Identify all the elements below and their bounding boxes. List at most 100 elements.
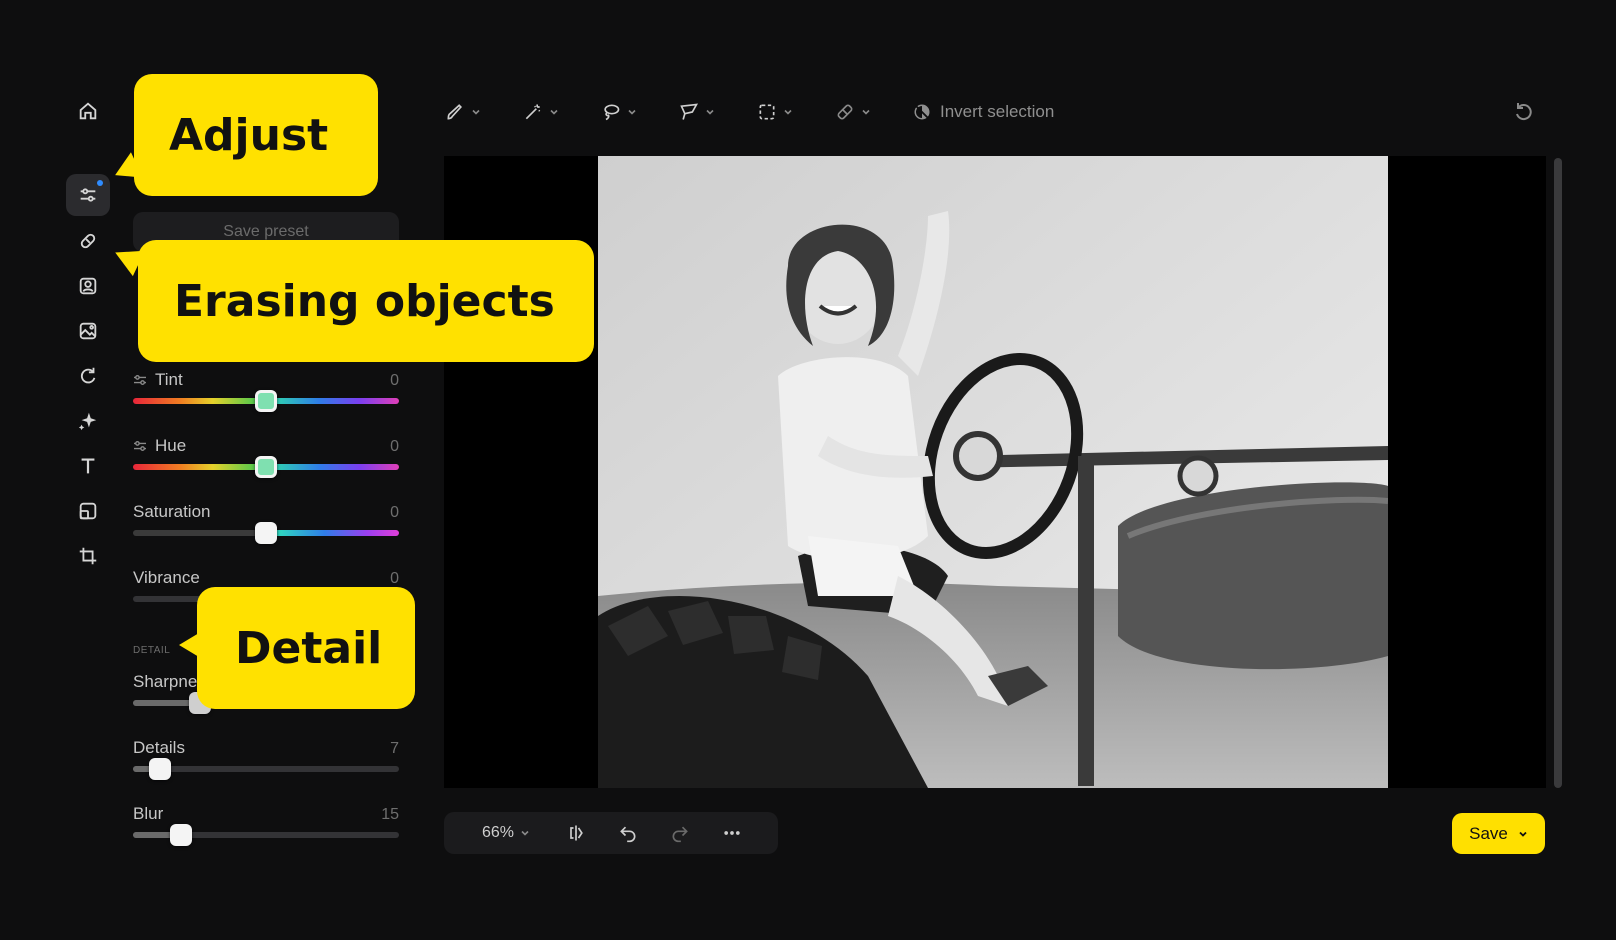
rotate-icon [80, 367, 96, 384]
erasing-callout-text: Erasing objects [174, 275, 555, 327]
erase-selection-tool[interactable] [835, 102, 871, 122]
polygon-lasso-icon [680, 103, 699, 120]
active-indicator [97, 180, 103, 186]
zoom-value: 66% [482, 824, 515, 841]
redo-icon [672, 826, 688, 843]
home-icon [79, 102, 97, 120]
blur-value: 15 [381, 806, 399, 823]
vibrance-label: Vibrance [133, 568, 200, 587]
rotate-button[interactable] [66, 355, 110, 397]
chevron-down-icon [472, 109, 480, 115]
hue-slider-row: Hue 0 [133, 436, 399, 486]
saturation-value: 0 [390, 504, 399, 521]
sliders-small-icon [134, 441, 146, 451]
tint-slider-row: Tint 0 [133, 370, 399, 420]
lasso-tool[interactable] [601, 102, 637, 122]
blur-slider-row: Blur 15 [133, 804, 399, 854]
details-value: 7 [390, 740, 399, 757]
chevron-down-icon [1519, 831, 1527, 837]
invert-selection-button[interactable]: Invert selection [913, 102, 1054, 122]
invert-selection-label: Invert selection [940, 102, 1055, 121]
chevron-down-icon [706, 109, 714, 115]
hue-track[interactable] [133, 456, 399, 478]
sparkle-icon [78, 412, 97, 431]
saturation-track[interactable] [133, 522, 399, 544]
brush-icon [447, 104, 462, 120]
reset-icon[interactable] [1512, 100, 1536, 124]
vibrance-value: 0 [390, 570, 399, 587]
invert-icon [914, 104, 930, 120]
layout-icon [79, 502, 97, 520]
blur-label: Blur [133, 804, 164, 823]
more-dots-icon [724, 831, 740, 835]
saturation-label: Saturation [133, 502, 211, 521]
photo-illustration [598, 156, 1388, 788]
detail-section-label: DETAIL [133, 645, 171, 656]
image-edit-icon [79, 322, 97, 340]
save-label: Save [1469, 823, 1508, 843]
details-knob[interactable] [148, 758, 171, 780]
details-label: Details [133, 738, 185, 757]
photo [598, 156, 1388, 788]
portrait-icon [79, 277, 97, 295]
canvas-scrollbar[interactable] [1554, 158, 1562, 788]
zoom-dropdown[interactable]: 66% [482, 824, 530, 842]
redo-button[interactable] [668, 821, 692, 845]
tint-knob[interactable] [255, 390, 277, 412]
saturation-knob[interactable] [255, 522, 277, 544]
bottom-toolbar: 66% [444, 812, 778, 854]
text-icon [81, 458, 95, 474]
rect-select-tool[interactable] [757, 102, 793, 122]
sharpness-label: Sharpne [133, 672, 198, 691]
adjust-callout: Adjust [109, 74, 378, 196]
compare-icon [570, 825, 583, 841]
adjust-callout-text: Adjust [169, 109, 329, 161]
detail-callout: Detail [179, 587, 415, 709]
details-track[interactable] [133, 758, 399, 780]
crop-icon [79, 547, 97, 565]
hue-knob[interactable] [255, 456, 277, 478]
tint-track[interactable] [133, 390, 399, 412]
details-slider-row: Details 7 [133, 738, 399, 788]
save-button[interactable]: Save [1452, 813, 1545, 854]
blur-track[interactable] [133, 824, 399, 846]
image-edit-button[interactable] [66, 310, 110, 352]
undo-icon [620, 826, 636, 843]
lasso-icon [604, 104, 620, 121]
erase-button[interactable] [66, 220, 110, 262]
home-button[interactable] [66, 90, 110, 132]
saturation-slider-row: Saturation 0 [133, 502, 399, 552]
chevron-down-icon [784, 109, 792, 115]
hue-label: Hue [155, 436, 187, 455]
adjust-sliders-icon [80, 188, 96, 202]
image-canvas[interactable] [444, 156, 1546, 788]
tint-value: 0 [390, 372, 399, 389]
detail-callout-text: Detail [235, 622, 383, 674]
hue-value: 0 [390, 438, 399, 455]
compare-button[interactable] [564, 821, 588, 845]
tint-label: Tint [155, 370, 183, 389]
more-button[interactable] [720, 821, 744, 845]
undo-button[interactable] [616, 821, 640, 845]
polygon-lasso-tool[interactable] [679, 102, 715, 122]
magic-wand-tool[interactable] [523, 102, 559, 122]
brush-tool[interactable] [445, 102, 481, 122]
effects-button[interactable] [66, 400, 110, 442]
portrait-button[interactable] [66, 265, 110, 307]
chevron-down-icon [550, 109, 558, 115]
selection-toolbar: Invert selection [445, 92, 1054, 132]
magic-wand-icon [525, 104, 541, 120]
crop-button[interactable] [66, 535, 110, 577]
eraser-icon [837, 104, 853, 120]
chevron-down-icon [521, 830, 529, 836]
blur-knob[interactable] [169, 824, 192, 846]
sliders-small-icon [134, 375, 146, 385]
erasing-objects-callout: Erasing objects [109, 239, 594, 362]
rect-select-icon [759, 104, 775, 120]
chevron-down-icon [628, 109, 636, 115]
text-button[interactable] [66, 445, 110, 487]
chevron-down-icon [862, 109, 870, 115]
layout-button[interactable] [66, 490, 110, 532]
adjust-button[interactable] [66, 174, 110, 216]
eraser-icon [80, 233, 96, 249]
